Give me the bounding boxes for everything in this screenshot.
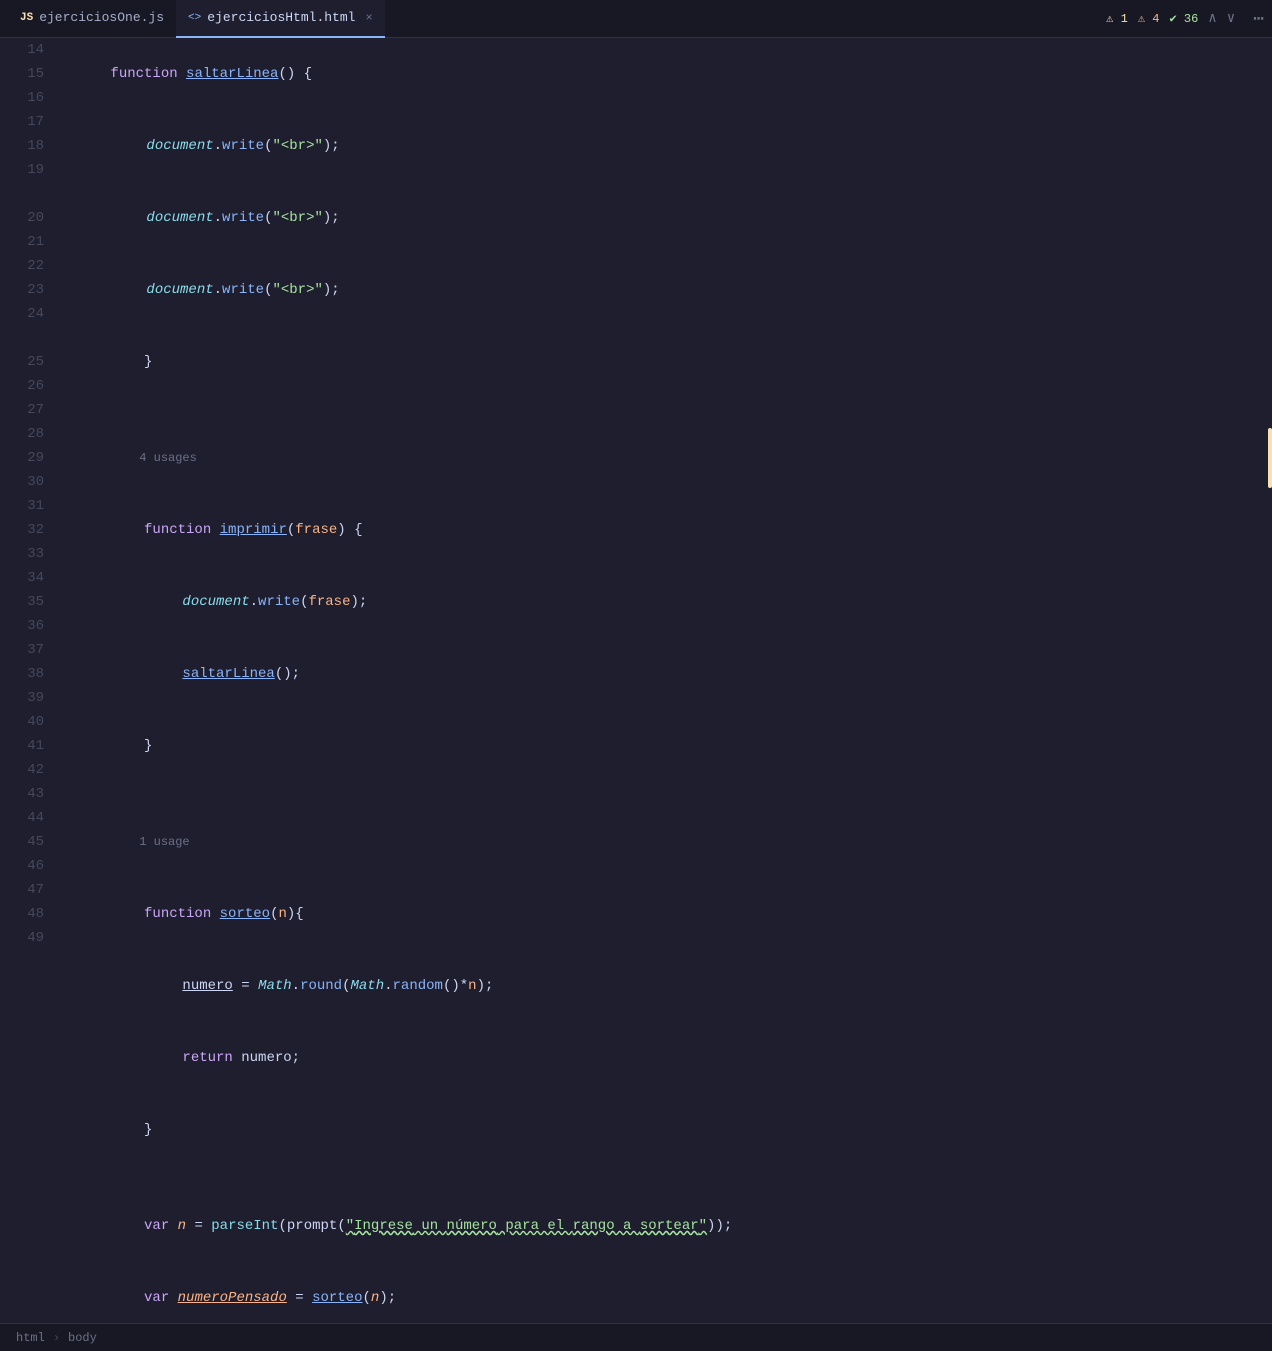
- code-line-14: function saltarLinea() {: [60, 38, 1256, 110]
- code-line-30: var n = parseInt(prompt("Ingrese un núme…: [60, 1190, 1256, 1262]
- code-hint-4usages: 4 usages: [60, 422, 1256, 494]
- code-line-27: return numero;: [60, 1022, 1256, 1094]
- code-line-26: numero = Math.round(Math.random()*n);: [60, 950, 1256, 1022]
- tab-html[interactable]: <> ejerciciosHtml.html ×: [176, 0, 385, 38]
- code-line-19: [60, 398, 1256, 422]
- code-area: function saltarLinea() { document.write(…: [52, 38, 1272, 1323]
- code-line-16: document.write("<br>");: [60, 182, 1256, 254]
- code-line-17: document.write("<br>");: [60, 254, 1256, 326]
- html-icon: <>: [188, 12, 201, 24]
- code-line-18: }: [60, 326, 1256, 398]
- code-line-29: [60, 1166, 1256, 1190]
- breadcrumb-separator: ›: [53, 1331, 60, 1345]
- code-line-15: document.write("<br>");: [60, 110, 1256, 182]
- tab-bar: JS ejerciciosOne.js <> ejerciciosHtml.ht…: [0, 0, 1272, 38]
- code-line-31: var numeroPensado = sorteo(n);: [60, 1262, 1256, 1323]
- warning-badge-4: ⚠ 4: [1138, 11, 1160, 26]
- editor-container: 14 15 16 17 18 19 20 21 22 23 24 25 26 2…: [0, 38, 1272, 1323]
- tab-js[interactable]: JS ejerciciosOne.js: [8, 0, 176, 38]
- scrollbar-indicator[interactable]: [1268, 428, 1272, 488]
- tab-html-label: ejerciciosHtml.html: [207, 10, 355, 25]
- status-bar: html › body: [0, 1323, 1272, 1351]
- check-badge-36: ✔ 36: [1169, 11, 1198, 26]
- more-options-icon[interactable]: ⋯: [1253, 8, 1264, 30]
- code-line-20: function imprimir(frase) {: [60, 494, 1256, 566]
- js-icon: JS: [20, 12, 33, 24]
- breadcrumb-body: body: [68, 1331, 97, 1345]
- code-line-25: function sorteo(n){: [60, 878, 1256, 950]
- chevron-down-icon[interactable]: ∨: [1227, 10, 1235, 27]
- breadcrumb-html: html: [16, 1331, 45, 1345]
- tab-js-label: ejerciciosOne.js: [39, 10, 164, 25]
- code-hint-1usage: 1 usage: [60, 806, 1256, 878]
- line-numbers: 14 15 16 17 18 19 20 21 22 23 24 25 26 2…: [0, 38, 52, 1323]
- close-tab-icon[interactable]: ×: [365, 11, 372, 25]
- warning-badge-1: ⚠ 1: [1106, 11, 1128, 26]
- code-line-24: [60, 782, 1256, 806]
- code-line-23: }: [60, 710, 1256, 782]
- code-line-21: document.write(frase);: [60, 566, 1256, 638]
- code-line-22: saltarLinea();: [60, 638, 1256, 710]
- code-line-28: }: [60, 1094, 1256, 1166]
- chevron-up-icon[interactable]: ∧: [1208, 10, 1216, 27]
